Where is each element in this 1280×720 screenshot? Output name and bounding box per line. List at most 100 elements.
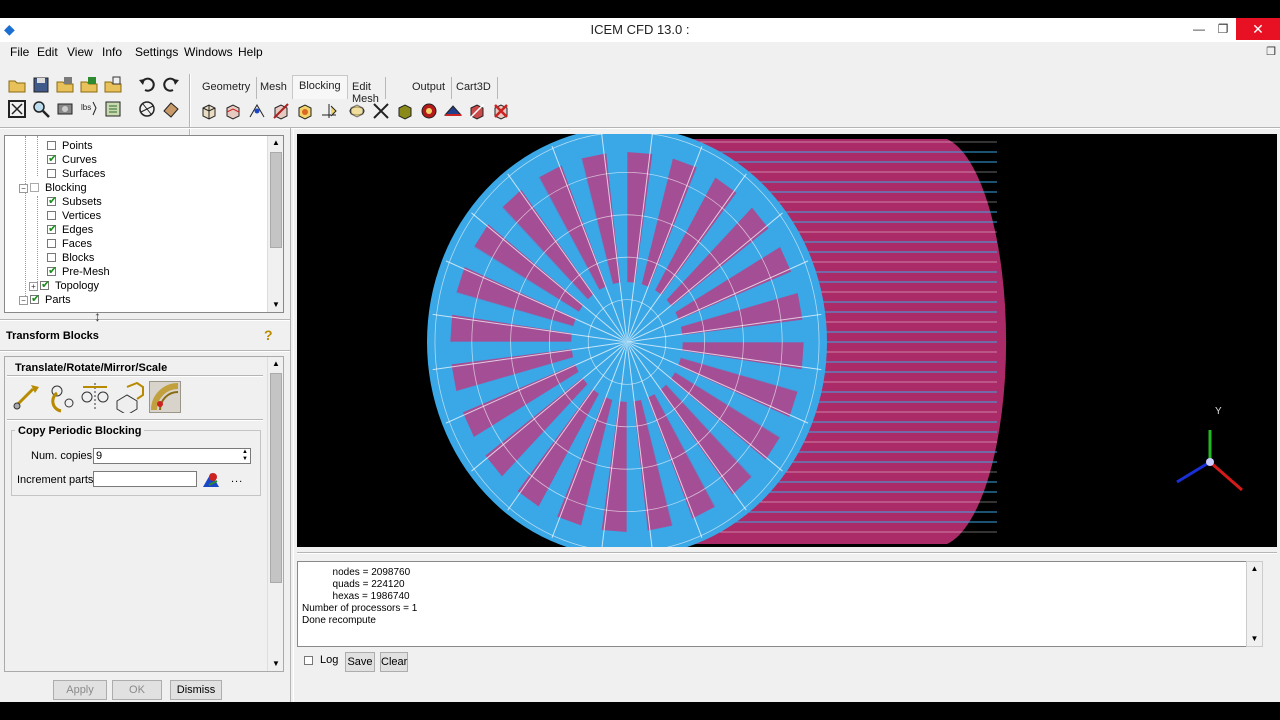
tree-item-parts[interactable]: − Parts [19, 292, 71, 307]
form-scrollbar[interactable]: ▲ ▼ [267, 357, 283, 671]
tab-edit-mesh[interactable]: Edit Mesh [346, 77, 386, 105]
checkbox-surfaces[interactable] [47, 169, 56, 178]
viewport-splitter[interactable] [297, 552, 1277, 554]
restore-down-icon[interactable]: ❐ [1266, 45, 1276, 58]
tree-item-blocking[interactable]: − Blocking [19, 181, 87, 195]
checkbox-blocking[interactable] [30, 183, 39, 192]
checkbox-topology[interactable] [40, 278, 50, 292]
copy-periodic-icon[interactable] [149, 381, 181, 413]
more-options-button[interactable]: ... [231, 473, 243, 485]
num-copies-spinner[interactable]: ▲ ▼ [240, 449, 250, 463]
close-button[interactable]: ✕ [1236, 18, 1280, 40]
split-block-icon[interactable] [222, 100, 244, 122]
open-blocking-icon[interactable] [102, 74, 124, 96]
collapse-icon[interactable]: − [19, 296, 28, 305]
increment-parts-field[interactable] [93, 471, 197, 487]
scale-icon[interactable] [113, 381, 145, 416]
checkbox-subsets[interactable] [47, 194, 57, 208]
undo-icon[interactable] [136, 74, 158, 96]
wireframe-icon[interactable] [136, 98, 158, 120]
scroll-thumb[interactable] [270, 152, 282, 248]
move-vertex-icon[interactable] [318, 100, 340, 122]
pre-mesh-quality-icon[interactable] [418, 100, 440, 122]
check-blocks-icon[interactable] [466, 100, 488, 122]
delete-block-icon[interactable] [490, 100, 512, 122]
fit-window-icon[interactable] [6, 98, 28, 120]
help-icon[interactable]: ? [264, 327, 278, 345]
graphics-viewport[interactable]: Y [297, 134, 1277, 547]
checkbox-parts[interactable] [30, 292, 40, 306]
pre-mesh-smooth-icon[interactable] [442, 100, 464, 122]
transform-blocks-icon[interactable] [346, 100, 368, 122]
redo-icon[interactable] [160, 74, 182, 96]
tree-item-topology[interactable]: + Topology [29, 278, 99, 293]
tree-scrollbar[interactable]: ▲ ▼ [267, 136, 283, 312]
scroll-up-icon[interactable]: ▲ [1247, 562, 1262, 576]
apply-button[interactable]: Apply [53, 680, 107, 700]
menu-help[interactable]: Help [238, 45, 263, 59]
maximize-button[interactable]: ❐ [1208, 18, 1238, 40]
checkbox-pre-mesh[interactable] [47, 264, 57, 278]
checkbox-curves[interactable] [47, 152, 57, 166]
tab-cart3d[interactable]: Cart3D [450, 77, 498, 99]
checkbox-vertices[interactable] [47, 211, 56, 220]
message-scrollbar[interactable]: ▲ ▼ [1246, 561, 1263, 647]
scroll-down-icon[interactable]: ▼ [268, 298, 284, 312]
tree-item-surfaces[interactable]: Surfaces [47, 167, 105, 181]
tab-mesh[interactable]: Mesh [254, 77, 294, 99]
clear-log-button[interactable]: Clear [380, 652, 408, 672]
edit-block-icon[interactable] [270, 100, 292, 122]
open-project-icon[interactable] [6, 74, 28, 96]
rotate-icon[interactable] [45, 381, 77, 413]
scroll-down-icon[interactable]: ▼ [1247, 632, 1262, 646]
open-mesh-icon[interactable] [78, 74, 100, 96]
menu-settings[interactable]: Settings [135, 45, 178, 59]
tree-item-faces[interactable]: Faces [47, 237, 92, 251]
scroll-down-icon[interactable]: ▼ [268, 657, 284, 671]
tab-blocking[interactable]: Blocking [292, 75, 348, 99]
create-block-icon[interactable] [198, 100, 220, 122]
mirror-icon[interactable] [79, 381, 111, 413]
lighting-icon[interactable]: lbs [78, 98, 100, 120]
scroll-up-icon[interactable]: ▲ [268, 357, 284, 371]
scroll-thumb[interactable] [270, 373, 282, 583]
checkbox-faces[interactable] [47, 239, 56, 248]
menu-edit[interactable]: Edit [37, 45, 58, 59]
solid-display-icon[interactable] [160, 98, 182, 120]
tab-geometry[interactable]: Geometry [196, 77, 258, 99]
panel-splitter[interactable] [0, 319, 290, 321]
expand-icon[interactable]: + [29, 282, 38, 291]
menu-info[interactable]: Info [102, 45, 122, 59]
vertical-splitter[interactable] [290, 128, 294, 702]
merge-vertices-icon[interactable] [246, 100, 268, 122]
checkbox-edges[interactable] [47, 222, 57, 236]
display-options-icon[interactable] [102, 98, 124, 120]
tree-item-curves[interactable]: Curves [47, 152, 97, 167]
open-geometry-icon[interactable] [54, 74, 76, 96]
edit-edge-icon[interactable] [370, 100, 392, 122]
tree-item-points[interactable]: Points [47, 139, 93, 153]
pre-mesh-params-icon[interactable] [394, 100, 416, 122]
collapse-icon[interactable]: − [19, 184, 28, 193]
tree-item-edges[interactable]: Edges [47, 222, 93, 237]
associate-icon[interactable] [294, 100, 316, 122]
save-project-icon[interactable] [30, 74, 52, 96]
save-log-button[interactable]: Save [345, 652, 375, 672]
select-parts-icon[interactable] [201, 469, 221, 489]
zoom-box-icon[interactable] [30, 98, 52, 120]
scroll-up-icon[interactable]: ▲ [268, 136, 284, 150]
menu-view[interactable]: View [67, 45, 93, 59]
dismiss-button[interactable]: Dismiss [170, 680, 222, 700]
checkbox-blocks[interactable] [47, 253, 56, 262]
measure-distance-icon[interactable] [54, 98, 76, 120]
ok-button[interactable]: OK [112, 680, 162, 700]
tree-item-blocks[interactable]: Blocks [47, 251, 94, 265]
menu-file[interactable]: File [10, 45, 29, 59]
tree-item-pre-mesh[interactable]: Pre-Mesh [47, 264, 110, 279]
tab-output[interactable]: Output [406, 77, 453, 99]
checkbox-points[interactable] [47, 141, 56, 150]
tree-item-subsets[interactable]: Subsets [47, 194, 102, 209]
menu-windows[interactable]: Windows [184, 45, 233, 59]
tree-item-vertices[interactable]: Vertices [47, 209, 101, 223]
num-copies-field[interactable]: 9 ▲ ▼ [93, 448, 251, 464]
